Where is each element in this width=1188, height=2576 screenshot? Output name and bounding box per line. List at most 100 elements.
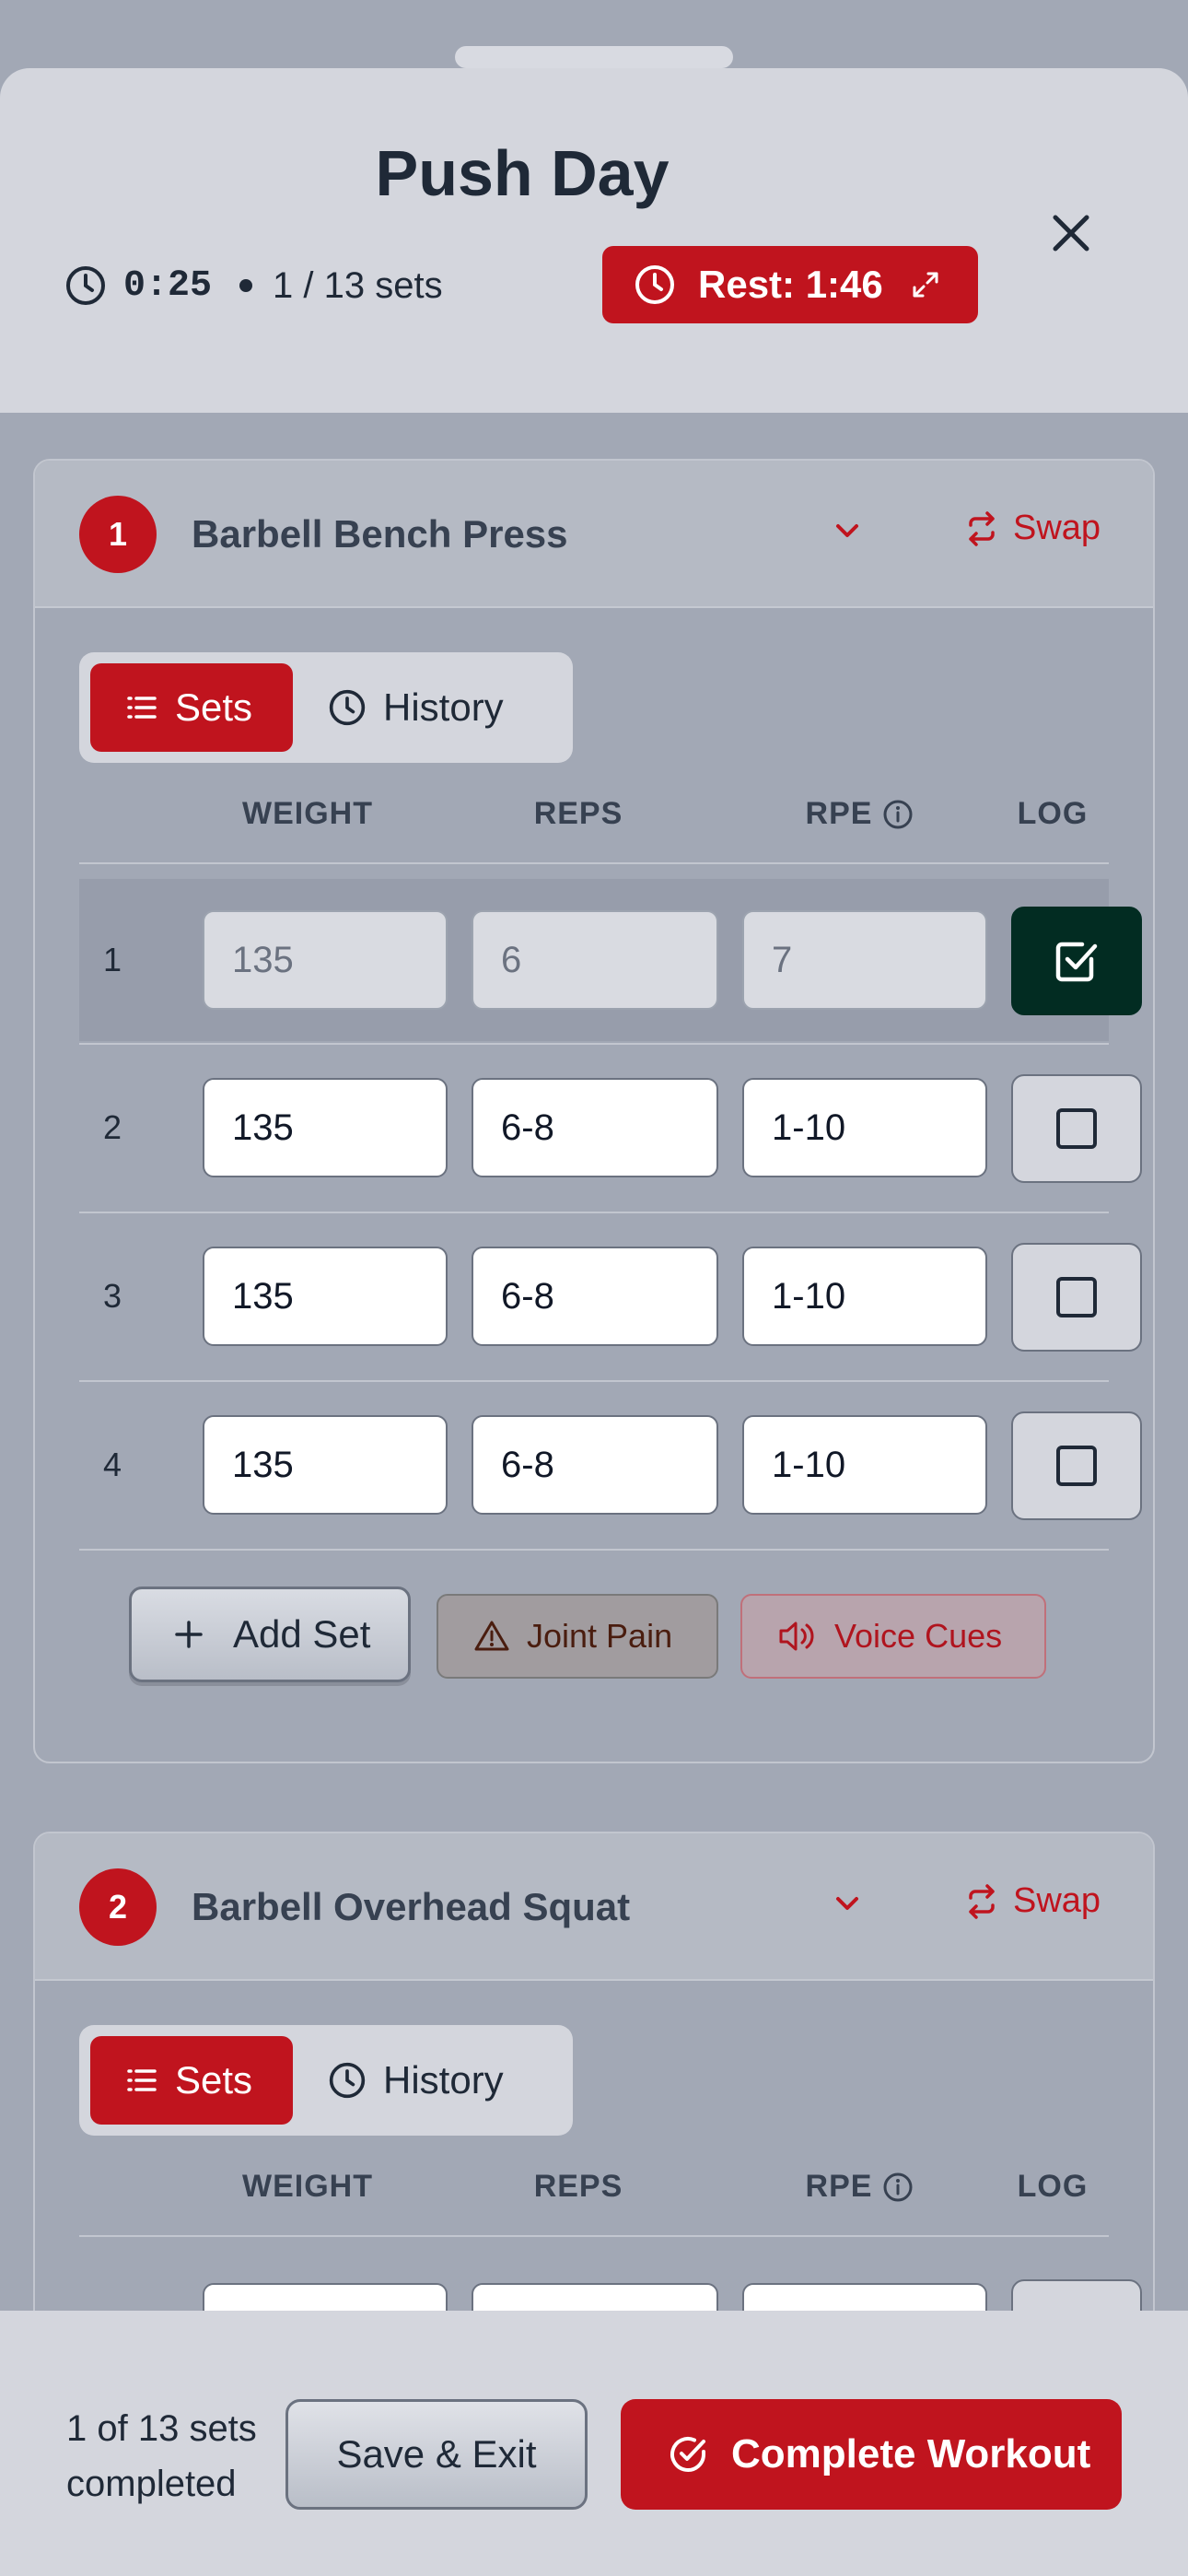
column-rpe: RPE <box>750 2169 971 2205</box>
list-icon <box>127 697 157 719</box>
tab-sets[interactable]: Sets <box>90 663 293 752</box>
set-row: 1 135 6 7 <box>79 879 1142 1041</box>
exercise-name: Barbell Bench Press <box>192 512 568 556</box>
complete-workout-button[interactable]: Complete Workout <box>621 2399 1122 2510</box>
checkbox-empty-icon <box>1056 1446 1097 1486</box>
divider <box>79 1380 1109 1382</box>
save-exit-button[interactable]: Save & Exit <box>285 2399 588 2510</box>
collapse-toggle[interactable] <box>829 1885 866 1926</box>
checkbox-empty-icon <box>1056 1108 1097 1149</box>
close-icon <box>1053 215 1089 252</box>
weight-input[interactable]: 135 <box>203 1415 448 1515</box>
view-toggle: Sets History <box>79 2025 573 2136</box>
column-rpe: RPE <box>750 796 971 832</box>
swap-label: Swap <box>1013 509 1101 547</box>
log-checkbox[interactable] <box>1011 1243 1142 1352</box>
info-icon[interactable] <box>881 798 914 831</box>
rpe-input[interactable]: 1-10 <box>742 1078 987 1177</box>
reps-input[interactable]: 6-8 <box>472 1415 718 1515</box>
swap-icon <box>969 510 995 546</box>
workout-meta: 0:25 1 / 13 sets <box>64 260 443 311</box>
view-toggle: Sets History <box>79 652 573 763</box>
close-button[interactable] <box>1041 203 1101 263</box>
tab-sets-label: Sets <box>175 685 253 729</box>
swap-button[interactable]: Swap <box>963 1881 1101 1921</box>
set-row: 3 135 6-8 1-10 <box>79 1215 1142 1377</box>
column-log: LOG <box>1017 2169 1089 2204</box>
elapsed-timer: 0:25 <box>123 264 213 307</box>
rpe-input[interactable]: 7 <box>742 910 987 1010</box>
warning-icon <box>474 1621 509 1651</box>
reps-input[interactable]: 6-8 <box>472 1247 718 1346</box>
exercise-number: 1 <box>79 496 157 573</box>
checkbox-checked-icon <box>1055 942 1098 982</box>
tab-history[interactable]: History <box>328 2036 504 2125</box>
log-checkbox[interactable] <box>1011 1411 1142 1520</box>
voice-cues-button[interactable]: Voice Cues <box>740 1594 1046 1679</box>
tab-history-label: History <box>383 685 504 729</box>
set-row: 2 135 6-8 1-10 <box>79 1047 1142 1209</box>
weight-input[interactable]: 135 <box>203 1247 448 1346</box>
separator-dot <box>239 279 253 292</box>
exercise-number: 2 <box>79 1868 157 1946</box>
check-circle-icon <box>670 2437 705 2472</box>
reps-input[interactable]: 6-8 <box>472 1078 718 1177</box>
tab-history-label: History <box>383 2058 504 2102</box>
clock-icon <box>329 2062 366 2099</box>
clock-icon <box>635 265 674 304</box>
log-checkbox[interactable] <box>1011 1074 1142 1183</box>
expand-icon <box>913 272 938 298</box>
checkbox-empty-icon <box>1056 1277 1097 1317</box>
rest-timer-button[interactable]: Rest: 1:46 <box>602 246 978 323</box>
voice-cues-label: Voice Cues <box>834 1617 1003 1655</box>
completion-status: 1 of 13 sets completed <box>66 2408 257 2504</box>
add-set-button[interactable]: Add Set <box>129 1587 411 1682</box>
complete-workout-label: Complete Workout <box>731 2431 1091 2476</box>
exercise-name: Barbell Overhead Squat <box>192 1885 631 1928</box>
set-row: 4 135 6-8 1-10 <box>79 1384 1142 1546</box>
joint-pain-label: Joint Pain <box>527 1617 673 1655</box>
set-number: 4 <box>103 1446 122 1483</box>
exercise-header[interactable]: 1 Barbell Bench Press Swap <box>35 461 1153 608</box>
exercise-card: 1 Barbell Bench Press Swap Sets History … <box>33 459 1155 1763</box>
divider <box>79 1549 1109 1551</box>
rest-timer-label: Rest: 1:46 <box>698 263 883 306</box>
divider <box>79 862 1109 864</box>
column-weight: WEIGHT <box>242 2169 373 2204</box>
tab-sets-label: Sets <box>175 2058 253 2102</box>
page-title: Push Day <box>375 137 670 209</box>
set-number: 2 <box>103 1108 122 1146</box>
divider <box>79 2235 1109 2237</box>
rpe-input[interactable]: 1-10 <box>742 1247 987 1346</box>
chevron-down-icon <box>836 1897 858 1910</box>
workout-header <box>0 68 1188 413</box>
column-reps: REPS <box>533 796 623 831</box>
swap-button[interactable]: Swap <box>963 509 1101 548</box>
add-set-label: Add Set <box>233 1612 371 1656</box>
weight-input[interactable]: 135 <box>203 910 448 1010</box>
joint-pain-button[interactable]: Joint Pain <box>437 1594 718 1679</box>
sets-progress: 1 / 13 sets <box>273 264 443 306</box>
sheet-grabber[interactable] <box>455 46 733 68</box>
column-rpe-label: RPE <box>805 796 873 831</box>
log-checkbox[interactable] <box>1011 907 1142 1015</box>
tab-sets[interactable]: Sets <box>90 2036 293 2125</box>
speaker-icon <box>779 1622 814 1651</box>
plus-icon <box>175 1621 203 1648</box>
list-icon <box>127 2069 157 2091</box>
set-number: 1 <box>103 941 122 978</box>
collapse-toggle[interactable] <box>829 512 866 554</box>
reps-input[interactable]: 6 <box>472 910 718 1010</box>
column-weight: WEIGHT <box>242 796 373 831</box>
column-rpe-label: RPE <box>805 2169 873 2204</box>
tab-history[interactable]: History <box>328 663 504 752</box>
divider <box>79 1212 1109 1213</box>
rpe-input[interactable]: 1-10 <box>742 1415 987 1515</box>
weight-input[interactable]: 135 <box>203 1078 448 1177</box>
column-log: LOG <box>1017 796 1089 831</box>
info-icon[interactable] <box>881 2171 914 2204</box>
swap-label: Swap <box>1013 1881 1101 1920</box>
column-reps: REPS <box>533 2169 623 2204</box>
divider <box>79 1043 1109 1045</box>
exercise-header[interactable]: 2 Barbell Overhead Squat Swap <box>35 1833 1153 1981</box>
